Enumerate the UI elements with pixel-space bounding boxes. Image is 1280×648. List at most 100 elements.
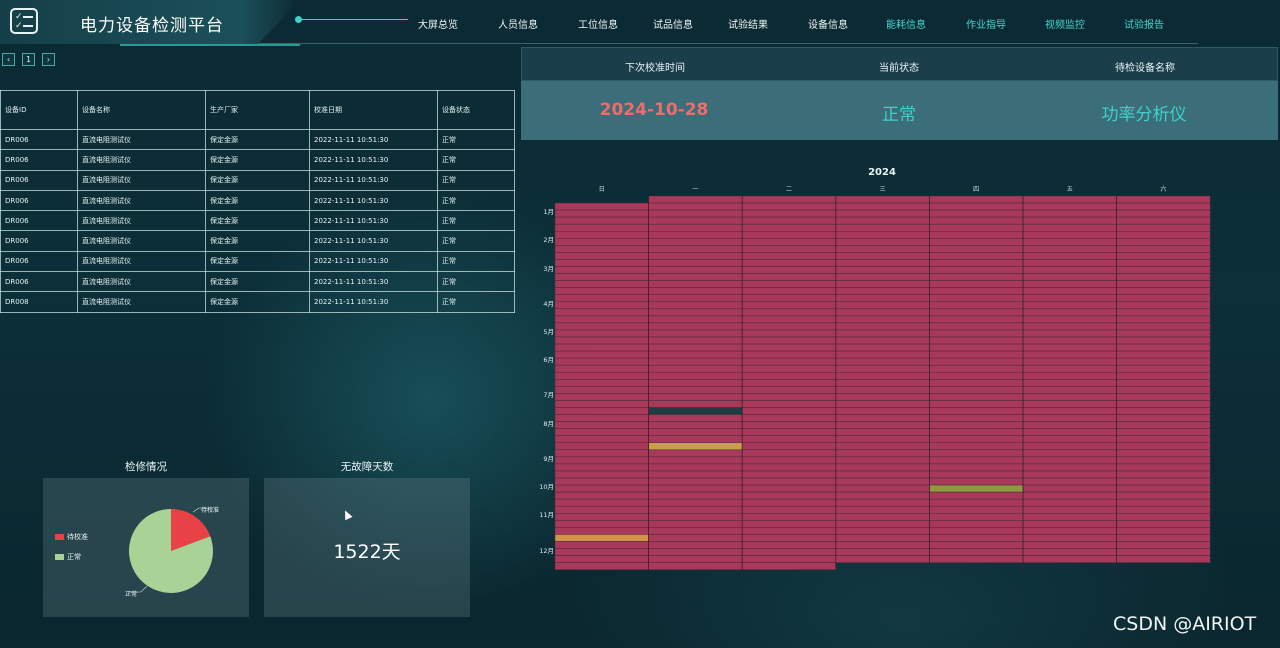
calendar-day[interactable] <box>741 562 837 570</box>
calendar-day[interactable] <box>741 428 837 436</box>
calendar-day[interactable] <box>554 414 649 422</box>
calendar-day[interactable] <box>929 315 1024 324</box>
calendar-day[interactable] <box>835 231 930 239</box>
nav-energy[interactable]: 能耗信息 <box>886 16 926 31</box>
calendar-day[interactable] <box>1022 223 1117 232</box>
calendar-day[interactable] <box>554 273 649 281</box>
calendar-day[interactable] <box>1116 470 1211 479</box>
calendar-day[interactable] <box>835 329 930 338</box>
calendar-day[interactable] <box>929 555 1024 563</box>
calendar-day[interactable] <box>1116 442 1211 451</box>
calendar-day[interactable] <box>835 484 930 493</box>
calendar-day[interactable] <box>1022 280 1117 288</box>
calendar-day[interactable] <box>1022 513 1117 521</box>
calendar-day[interactable] <box>741 520 837 528</box>
calendar-day[interactable] <box>741 308 837 317</box>
calendar-day[interactable] <box>741 252 837 260</box>
calendar-day[interactable] <box>741 329 837 338</box>
calendar-day[interactable] <box>741 231 837 239</box>
calendar-day[interactable] <box>929 266 1024 274</box>
calendar-day[interactable] <box>1116 280 1211 288</box>
nav-sample[interactable]: 试品信息 <box>653 16 693 31</box>
calendar-day[interactable] <box>1022 245 1117 253</box>
calendar-day[interactable] <box>648 343 743 352</box>
calendar-day[interactable] <box>741 555 837 563</box>
calendar-day[interactable] <box>1022 456 1117 465</box>
calendar-day[interactable] <box>554 548 649 556</box>
calendar-day[interactable] <box>835 442 930 451</box>
calendar-day[interactable] <box>835 527 930 535</box>
calendar-day[interactable] <box>741 216 837 225</box>
calendar-day[interactable] <box>1116 477 1211 486</box>
calendar-day[interactable] <box>648 223 743 232</box>
calendar-day[interactable] <box>929 548 1024 556</box>
calendar-day[interactable] <box>1116 329 1211 338</box>
calendar-day[interactable] <box>929 202 1024 211</box>
calendar-day[interactable] <box>1022 273 1117 281</box>
calendar-day[interactable] <box>554 386 649 394</box>
calendar-day[interactable] <box>741 273 837 281</box>
calendar-day[interactable] <box>835 252 930 260</box>
calendar-day[interactable] <box>554 562 649 570</box>
calendar-day[interactable] <box>741 435 837 444</box>
calendar-day[interactable] <box>835 520 930 528</box>
calendar-day[interactable] <box>648 435 743 444</box>
calendar-day[interactable] <box>835 379 930 387</box>
calendar-day[interactable] <box>929 414 1024 422</box>
calendar-day[interactable] <box>1116 223 1211 232</box>
calendar-day[interactable] <box>648 555 743 563</box>
calendar-day[interactable] <box>554 223 649 232</box>
calendar-day[interactable] <box>741 393 837 401</box>
calendar-day[interactable] <box>648 379 743 387</box>
calendar-day[interactable] <box>741 498 837 507</box>
calendar-day[interactable] <box>741 259 837 267</box>
calendar-day[interactable] <box>929 329 1024 338</box>
calendar-day[interactable] <box>648 294 743 303</box>
calendar-day[interactable] <box>554 336 649 345</box>
calendar-day[interactable] <box>929 372 1024 380</box>
calendar-day[interactable] <box>929 238 1024 246</box>
calendar-day[interactable] <box>835 456 930 465</box>
calendar-day[interactable] <box>835 195 930 204</box>
calendar-day[interactable] <box>648 266 743 274</box>
calendar-day[interactable] <box>554 350 649 359</box>
calendar-day[interactable] <box>1116 238 1211 246</box>
calendar-day[interactable] <box>648 322 743 331</box>
calendar-day[interactable] <box>554 527 649 535</box>
calendar-day[interactable] <box>648 238 743 246</box>
calendar-day[interactable] <box>929 259 1024 267</box>
calendar-day[interactable] <box>1116 498 1211 507</box>
calendar-day[interactable] <box>1116 548 1211 556</box>
calendar-day[interactable] <box>648 329 743 338</box>
calendar-day[interactable] <box>741 287 837 295</box>
nav-guidance[interactable]: 作业指导 <box>966 16 1006 31</box>
calendar-day[interactable] <box>1116 343 1211 352</box>
calendar-day[interactable] <box>835 223 930 232</box>
calendar-day[interactable] <box>1116 379 1211 387</box>
calendar-day[interactable] <box>741 400 837 408</box>
calendar-day[interactable] <box>741 209 837 218</box>
calendar-day-highlight[interactable] <box>648 407 743 415</box>
calendar-day[interactable] <box>1022 252 1117 260</box>
calendar-day[interactable] <box>835 343 930 352</box>
calendar-day[interactable] <box>648 520 743 528</box>
calendar-day[interactable] <box>648 195 743 204</box>
table-row[interactable]: DR006 直流电阻测试仪 保定金源 2022-11-11 10:51:30 正常 <box>0 128 515 151</box>
calendar-day[interactable] <box>1116 400 1211 408</box>
calendar-day[interactable] <box>835 308 930 317</box>
calendar-day[interactable] <box>929 463 1024 472</box>
calendar-day[interactable] <box>835 513 930 521</box>
calendar-day[interactable] <box>835 315 930 324</box>
calendar-day[interactable] <box>1022 315 1117 324</box>
calendar-day[interactable] <box>741 245 837 253</box>
calendar-day[interactable] <box>929 322 1024 331</box>
calendar-day[interactable] <box>1116 202 1211 211</box>
calendar-day[interactable] <box>835 301 930 310</box>
calendar-day[interactable] <box>929 386 1024 394</box>
calendar-day[interactable] <box>835 421 930 429</box>
calendar-day[interactable] <box>929 428 1024 436</box>
calendar-day[interactable] <box>1022 520 1117 528</box>
calendar-day[interactable] <box>1116 555 1211 563</box>
calendar-day[interactable] <box>1116 245 1211 253</box>
calendar-day[interactable] <box>648 400 743 408</box>
